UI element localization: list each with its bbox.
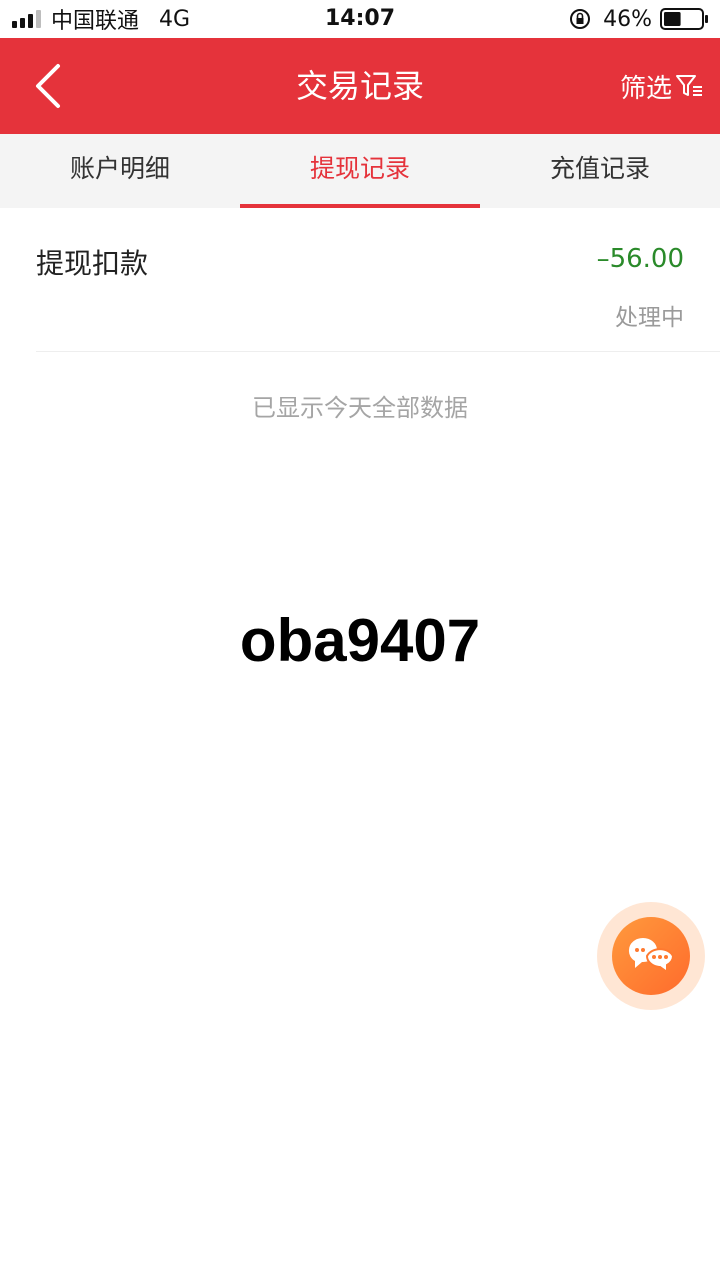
- tab-withdrawal-records[interactable]: 提现记录: [240, 134, 480, 208]
- filter-label: 筛选: [619, 73, 672, 104]
- tab-recharge-records[interactable]: 充值记录: [480, 134, 720, 208]
- chevron-left-icon: [36, 64, 60, 108]
- tab-label: 提现记录: [309, 154, 410, 183]
- record-amount: –56.00: [596, 244, 684, 274]
- tab-label: 账户明细: [69, 154, 170, 183]
- network-type: 4G: [159, 6, 191, 32]
- status-bar: 中国联通 4G 14:07 46%: [0, 0, 720, 38]
- list-end-text: 已显示今天全部数据: [252, 394, 468, 422]
- battery-percentage: 46%: [603, 6, 652, 32]
- filter-button[interactable]: 筛选: [620, 38, 704, 134]
- watermark-text: oba9407: [239, 607, 481, 674]
- record-title: 提现扣款: [36, 247, 149, 280]
- app-header: 交易记录 筛选: [0, 38, 720, 134]
- tab-label: 充值记录: [549, 154, 650, 183]
- customer-service-button[interactable]: [597, 902, 705, 1010]
- orientation-lock-icon: [570, 9, 591, 29]
- carrier-name: 中国联通: [51, 9, 140, 34]
- chat-button-circle: [612, 917, 690, 995]
- list-item[interactable]: 提现扣款 –56.00 处理中: [0, 208, 720, 352]
- chat-bubbles-icon: [628, 938, 675, 974]
- tab-account-details[interactable]: 账户明细: [0, 134, 240, 208]
- divider: [36, 351, 720, 352]
- status-bar-right: 46%: [569, 6, 710, 32]
- back-button[interactable]: [22, 60, 74, 112]
- signal-strength-icon: [12, 10, 41, 28]
- page-title: 交易记录: [295, 67, 424, 105]
- record-tabs: 账户明细 提现记录 充值记录: [0, 134, 720, 208]
- battery-icon: [660, 8, 708, 30]
- filter-icon: [676, 75, 702, 96]
- record-status: 处理中: [615, 305, 684, 331]
- status-bar-left: 中国联通 4G: [12, 6, 191, 34]
